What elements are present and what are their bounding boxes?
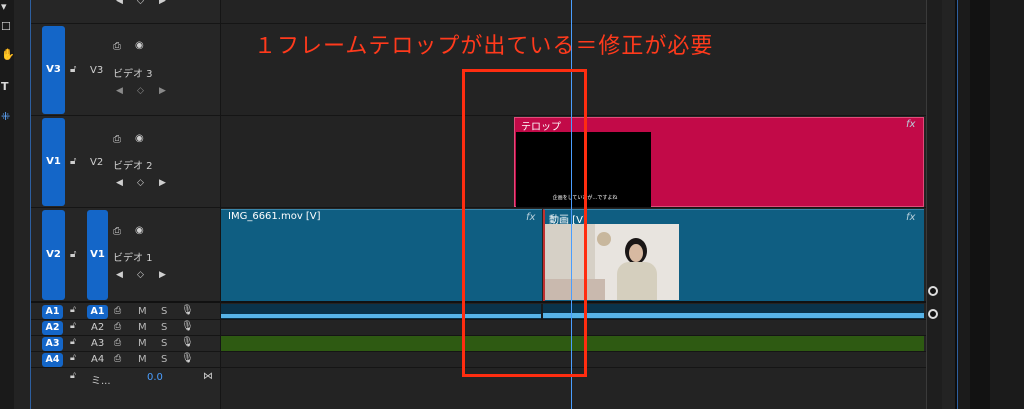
lock-icon[interactable]: 🔓︎ [70,64,76,75]
mute-button[interactable]: M [138,322,147,333]
mix-volume-value[interactable]: 0.0 [147,372,163,383]
source-patch-v1[interactable]: V1 [42,118,65,206]
keyframe-add-icon[interactable]: ◇ [137,0,144,6]
solo-button[interactable]: S [161,354,167,365]
mix-track-name: ミ... [91,376,111,387]
vertical-scrollbar[interactable] [926,0,942,409]
keyframe-next-icon[interactable]: ▶ [159,178,166,188]
annotation-highlight-box [462,69,587,377]
lock-icon[interactable]: 🔓︎ [70,353,76,363]
track-name-v3: ビデオ 3 [113,69,153,80]
lock-icon[interactable]: 🔓︎ [70,371,76,381]
sync-lock-icon[interactable]: ⎙ [114,338,121,348]
keyframe-next-icon[interactable]: ▶ [159,270,166,280]
eye-icon[interactable]: ◉ [135,40,144,51]
sync-lock-icon[interactable]: ⎙ [113,134,121,145]
track-target-v2[interactable]: V2 [90,157,103,168]
sync-lock-icon[interactable]: ⎙ [114,306,121,316]
keyframe-next-icon[interactable]: ▶ [159,86,166,96]
fx-badge: fx [906,212,916,223]
fx-badge: fx [906,119,916,130]
microphone-icon[interactable]: 🎙︎ [181,353,194,364]
sync-lock-icon[interactable]: ⎙ [114,322,121,332]
keyframe-next-icon[interactable]: ▶ [159,0,166,6]
pan-icon[interactable]: ⋈ [203,371,213,382]
solo-button[interactable]: S [161,322,167,333]
track-target-a1[interactable]: A1 [87,305,108,319]
source-patch-a1[interactable]: A1 [42,305,63,319]
source-patch-v3[interactable]: V3 [42,26,65,114]
selection-tool-icon[interactable]: ▾ [0,0,14,13]
source-patch-a2[interactable]: A2 [42,321,63,335]
row-divider [31,23,926,24]
source-patch-a4[interactable]: A4 [42,353,63,367]
keyframe-add-icon[interactable]: ◇ [137,86,144,96]
lock-icon[interactable]: 🔓︎ [70,321,76,331]
microphone-icon[interactable]: 🎙︎ [181,337,194,348]
hand-tool-icon[interactable]: ✋ [0,48,15,62]
scroll-handle-bottom[interactable] [928,309,938,319]
panel-focus-border [957,0,958,409]
source-patch-v2[interactable]: V2 [42,210,65,300]
adjacent-panel [957,0,1024,409]
keyframe-add-icon[interactable]: ◇ [137,178,144,188]
track-target-v1[interactable]: V1 [87,210,108,300]
keyframe-prev-icon[interactable]: ◀ [116,0,123,6]
mute-button[interactable]: M [138,306,147,317]
solo-button[interactable]: S [161,338,167,349]
keyframe-prev-icon[interactable]: ◀ [116,270,123,280]
track-target-a4[interactable]: A4 [91,354,104,365]
keyframe-prev-icon[interactable]: ◀ [116,86,123,96]
shape-tool-icon[interactable]: ☐ [0,20,14,34]
panel-divider [30,0,31,409]
source-patch-a3[interactable]: A3 [42,337,63,351]
eye-icon[interactable]: ◉ [135,225,144,236]
eye-icon[interactable]: ◉ [135,133,144,144]
panel-gutter [970,0,990,409]
keyframe-add-icon[interactable]: ◇ [137,270,144,280]
keyframe-prev-icon[interactable]: ◀ [116,178,123,188]
sync-lock-icon[interactable]: ⎙ [114,354,121,364]
microphone-icon[interactable]: 🎙︎ [181,321,194,332]
sync-lock-icon[interactable]: ⎙ [113,41,121,52]
mute-button[interactable]: M [138,354,147,365]
tool-strip: ▾ ☐ ✋ T ⁜ [0,0,15,409]
track-target-a3[interactable]: A3 [91,338,104,349]
premiere-timeline: ▾ ☐ ✋ T ⁜ ◀ ◇ ▶ V3 🔓︎ V3 ⎙ ◉ ビデオ 3 ◀ ◇ ▶… [0,0,1024,409]
slip-tool-icon[interactable]: ⁜ [0,110,14,124]
track-target-a2[interactable]: A2 [91,322,104,333]
track-name-v1: ビデオ 1 [113,253,153,264]
annotation-note: １フレームテロップが出ている＝修正が必要 [254,34,714,59]
microphone-icon[interactable]: 🎙︎ [181,305,194,316]
track-target-v3[interactable]: V3 [90,65,103,76]
sync-lock-icon[interactable]: ⎙ [113,226,121,237]
lock-icon[interactable]: 🔓︎ [70,156,76,167]
img-clip-title: IMG_6661.mov [V] [228,211,321,222]
track-name-v2: ビデオ 2 [113,161,153,172]
mute-button[interactable]: M [138,338,147,349]
lock-icon[interactable]: 🔓︎ [70,337,76,347]
type-tool-icon[interactable]: T [0,80,14,94]
solo-button[interactable]: S [161,306,167,317]
lock-icon[interactable]: 🔓︎ [70,305,76,315]
lock-icon[interactable]: 🔓︎ [70,249,76,260]
scroll-handle-top[interactable] [928,286,938,296]
